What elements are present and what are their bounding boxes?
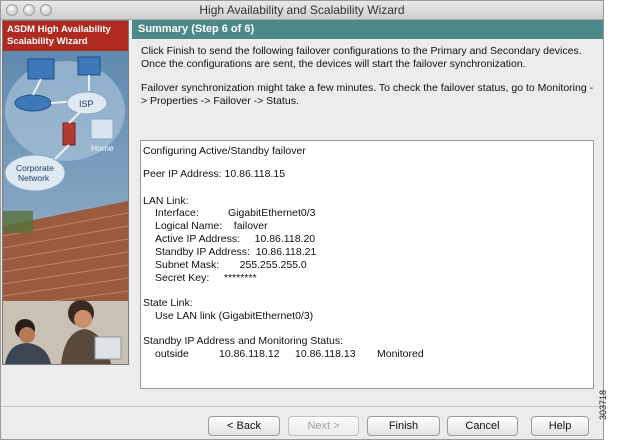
cancel-button[interactable]: Cancel — [447, 416, 518, 436]
state-link-value: Use LAN link (GigabitEthernet0/3) — [155, 310, 314, 322]
sidebar-network-illustration: ISP Home Corporate Network — [3, 51, 128, 364]
lan-standby-ip-line: Standby IP Address: 10.86.118.21 — [155, 246, 317, 258]
monitoring-status: Monitored — [377, 348, 424, 360]
lan-logical-name-line: Logical Name: failover — [155, 220, 268, 232]
step-title: Summary (Step 6 of 6) — [138, 23, 255, 35]
isp-label: ISP — [79, 99, 94, 109]
button-separator — [1, 406, 603, 407]
home-label: Home — [91, 143, 114, 153]
description-paragraph: Click Finish to send the following failo… — [141, 45, 582, 70]
summary-text-area[interactable]: Configuring Active/Standby failover Peer… — [140, 140, 594, 389]
monitoring-interface: outside — [155, 348, 189, 360]
lan-secret-line: Secret Key: ******** — [155, 272, 257, 284]
help-button[interactable]: Help — [531, 416, 589, 436]
description-paragraph: Failover synchronization might take a fe… — [141, 82, 594, 107]
wizard-window: High Availability and Scalability Wizard… — [0, 0, 604, 440]
wizard-sidebar: ASDM High Availability Scalability Wizar… — [2, 20, 129, 365]
sidebar-title: ASDM High Availability Scalability Wizar… — [3, 21, 128, 51]
window-title: High Availability and Scalability Wizard — [199, 3, 405, 17]
lan-active-ip-line: Active IP Address: 10.86.118.20 — [155, 233, 316, 245]
back-button[interactable]: < Back — [208, 416, 280, 436]
step-header: Summary (Step 6 of 6) — [132, 20, 603, 39]
corporate-label-line2: Network — [18, 173, 50, 183]
lan-interface-line: Interface: GigabitEthernet0/3 — [155, 207, 316, 219]
sidebar-title-line2: Scalability Wizard — [7, 36, 88, 47]
title-bar[interactable]: High Availability and Scalability Wizard — [1, 1, 603, 20]
peer-ip-line: Peer IP Address: 10.86.118.15 — [143, 168, 286, 180]
figure-code: 303718 — [598, 380, 617, 436]
monitoring-standby-ip: 10.86.118.13 — [295, 348, 356, 360]
description: Click Finish to send the following failo… — [141, 45, 596, 119]
monitoring-heading: Standby IP Address and Monitoring Status… — [143, 335, 344, 347]
summary-heading: Configuring Active/Standby failover — [143, 145, 306, 157]
state-link-heading: State Link: — [143, 297, 193, 309]
server-icon — [27, 58, 55, 80]
corporate-label-line1: Corporate — [16, 163, 54, 173]
sidebar-title-line1: ASDM High Availability — [7, 24, 111, 35]
figure-code-text: 303718 — [598, 389, 609, 421]
monitoring-active-ip: 10.86.118.12 — [219, 348, 280, 360]
router-icon — [14, 94, 52, 112]
home-icon — [90, 118, 114, 140]
lan-link-heading: LAN Link: — [143, 195, 189, 207]
next-button[interactable]: Next > — [288, 416, 359, 436]
lan-subnet-line: Subnet Mask: 255.255.255.0 — [155, 259, 307, 271]
server-icon — [77, 56, 101, 76]
monitor-photo — [94, 336, 122, 360]
firewall-icon — [62, 122, 76, 146]
finish-button[interactable]: Finish — [367, 416, 440, 436]
